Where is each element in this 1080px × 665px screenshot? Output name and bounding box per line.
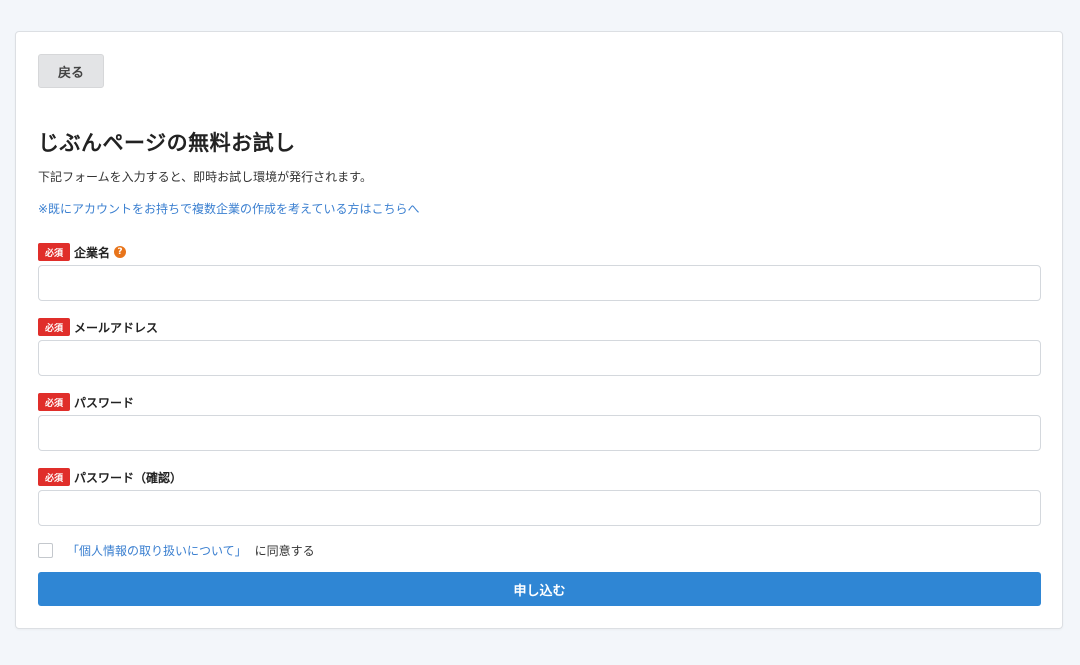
back-button[interactable]: 戻る (38, 54, 104, 88)
required-badge: 必須 (38, 468, 70, 486)
privacy-agreement-checkbox[interactable] (38, 542, 53, 558)
company-name-label: 企業名 (74, 245, 111, 260)
password-confirm-label: パスワード（確認） (74, 470, 183, 485)
help-icon[interactable]: ? (114, 246, 127, 258)
password-confirm-label-row: 必須 パスワード（確認） (38, 468, 182, 486)
required-badge: 必須 (38, 243, 70, 261)
password-confirm-input[interactable] (38, 490, 1041, 526)
email-label-row: 必須 メールアドレス (38, 318, 158, 336)
privacy-policy-link[interactable]: 「個人情報の取り扱いについて」 (67, 542, 247, 559)
email-input[interactable] (38, 340, 1041, 376)
password-label-row: 必須 パスワード (38, 393, 134, 411)
password-input[interactable] (38, 415, 1041, 451)
required-badge: 必須 (38, 318, 70, 336)
submit-button[interactable]: 申し込む (38, 572, 1041, 606)
signup-card: 戻る じぶんページの無料お試し 下記フォームを入力すると、即時お試し環境が発行さ… (15, 31, 1063, 629)
privacy-agreement-label: に同意する (254, 543, 315, 558)
company-name-input[interactable] (38, 265, 1041, 301)
required-badge: 必須 (38, 393, 70, 411)
company-name-label-row: 必須 企業名 ? (38, 243, 127, 261)
email-label: メールアドレス (74, 320, 159, 335)
page-title: じぶんページの無料お試し (38, 131, 296, 155)
existing-account-link[interactable]: ※既にアカウントをお持ちで複数企業の作成を考えている方はこちらへ (38, 200, 419, 217)
privacy-agreement-row: 「個人情報の取り扱いについて」 に同意する (38, 542, 315, 558)
page-description: 下記フォームを入力すると、即時お試し環境が発行されます。 (38, 170, 372, 184)
password-label: パスワード (74, 395, 135, 410)
